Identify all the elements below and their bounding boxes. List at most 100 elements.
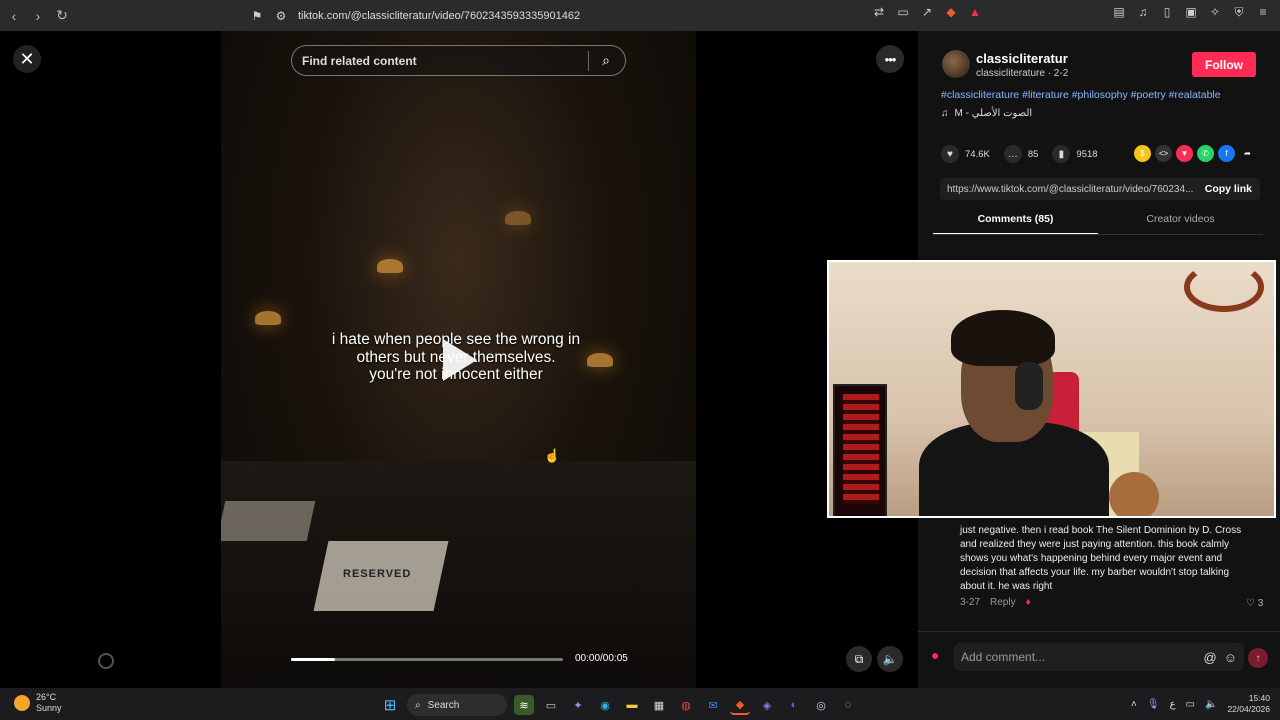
floating-player-icon[interactable]: ⧉ xyxy=(846,646,872,672)
weather-temp: 26°C xyxy=(36,692,57,702)
tab-comments[interactable]: Comments (85) xyxy=(933,213,1098,235)
taskbar-search[interactable]: ⌕ Search xyxy=(407,694,507,716)
video-link[interactable]: https://www.tiktok.com/@classicliteratur… xyxy=(947,184,1205,195)
comment-icon[interactable]: … xyxy=(1003,145,1022,163)
reading-list-icon[interactable]: ▤ xyxy=(1112,5,1126,19)
clock[interactable]: 15:40 22/04/2026 xyxy=(1227,693,1270,715)
play-icon[interactable] xyxy=(443,339,477,381)
stats-row: ♥ 74.6K … 85 ▮ 9518 xyxy=(941,145,1112,163)
sound-row[interactable]: ♫ M - الصوت الأصلي xyxy=(941,108,1032,119)
close-icon[interactable]: ✕ xyxy=(13,45,41,73)
share-icon[interactable]: ➦ xyxy=(1239,145,1256,162)
browser-toolbar: ‹ › ↻ ⚑ ⚙ tiktok.com/@classicliteratur/v… xyxy=(0,0,1280,31)
ai-icon[interactable]: ✧ xyxy=(1208,5,1222,19)
comment-like[interactable]: ♡ 3 xyxy=(1246,598,1263,609)
reload-icon[interactable]: ↻ xyxy=(52,6,72,26)
share-page-icon[interactable]: ↗ xyxy=(920,5,934,19)
like-stat[interactable]: ♥ 74.6K xyxy=(941,145,990,163)
tab-creator-videos[interactable]: Creator videos xyxy=(1098,213,1263,235)
wallet-icon[interactable]: ▣ xyxy=(1184,5,1198,19)
follow-button[interactable]: Follow xyxy=(1192,52,1256,77)
lamp-4 xyxy=(505,211,531,225)
language-indicator[interactable]: ع xyxy=(1170,699,1176,710)
teams-icon[interactable]: ◈ xyxy=(757,695,777,715)
tray-chevron-icon[interactable]: ˄ xyxy=(1131,699,1137,710)
add-comment-field[interactable]: Add comment... @ ☺ xyxy=(954,643,1244,671)
volume-icon[interactable]: 🔈 xyxy=(877,646,903,672)
back-icon[interactable]: ‹ xyxy=(4,6,24,26)
copy-link-button[interactable]: Copy link xyxy=(1205,183,1252,195)
save-stat[interactable]: ▮ 9518 xyxy=(1052,145,1098,163)
file-explorer-icon[interactable]: ▬ xyxy=(622,695,642,715)
copilot-icon[interactable]: ✦ xyxy=(568,695,588,715)
video-player[interactable]: RESERVED Find related content ⌕ i hate w… xyxy=(221,31,696,688)
edge-icon[interactable]: ◉ xyxy=(595,695,615,715)
sidebar-icon[interactable]: ▯ xyxy=(1160,5,1174,19)
bookmark-icon[interactable]: ▮ xyxy=(1052,145,1071,163)
cast-icon[interactable]: ▭ xyxy=(896,5,910,19)
comment-stat[interactable]: … 85 xyxy=(1003,145,1038,163)
url-text[interactable]: tiktok.com/@classicliteratur/video/76023… xyxy=(298,10,580,22)
steam-icon[interactable]: ◎ xyxy=(811,695,831,715)
reply-button[interactable]: Reply xyxy=(990,597,1016,608)
widgets-icon[interactable]: ≋ xyxy=(514,695,534,715)
add-comment-input[interactable]: Add comment... xyxy=(961,650,1204,664)
comment-date: 3-27 xyxy=(960,597,981,608)
search-input[interactable]: Find related content xyxy=(302,54,588,68)
menu-icon[interactable]: ≡ xyxy=(1256,5,1270,19)
creator-username[interactable]: classicliteratur xyxy=(976,51,1068,66)
divider xyxy=(918,631,1280,632)
music-icon[interactable]: ♫ xyxy=(1136,5,1150,19)
creator-avatar[interactable] xyxy=(942,50,970,78)
chair xyxy=(1109,472,1159,516)
weather-widget[interactable]: 26°C Sunny xyxy=(14,692,62,714)
emoji-icon[interactable]: ☺ xyxy=(1224,650,1237,665)
wall-decoration xyxy=(1184,262,1264,312)
site-info-icon[interactable]: ⚙ xyxy=(274,9,288,23)
mail-icon[interactable]: ✉ xyxy=(703,695,723,715)
toolbar-extensions: ⇄ ▭ ↗ ◆ ▲ ▤ ♫ ▯ ▣ ✧ ⛨ ≡ xyxy=(872,5,1270,20)
pc-case xyxy=(833,384,887,516)
forward-icon[interactable]: › xyxy=(28,6,48,26)
brave-icon[interactable]: ◆ xyxy=(730,695,750,715)
send-icon[interactable]: ↑ xyxy=(1248,648,1268,668)
creator-subname: classicliterature · 2-2 xyxy=(976,68,1069,79)
volume-icon[interactable]: 🔈 xyxy=(1205,699,1217,710)
heart-outline-icon[interactable]: ♡ xyxy=(1246,598,1255,609)
tabs-divider xyxy=(933,234,1263,235)
hand-cursor-icon: ☝ xyxy=(544,448,561,463)
brave-shield-icon[interactable]: ◆ xyxy=(944,5,958,19)
more-options-icon[interactable]: ••• xyxy=(876,45,904,73)
user-avatar: ● xyxy=(931,647,940,663)
chrome-icon[interactable]: ◍ xyxy=(676,695,696,715)
search-icon[interactable]: ⌕ xyxy=(597,52,615,70)
webcam-overlay xyxy=(827,260,1276,518)
start-icon[interactable]: ⊞ xyxy=(380,695,400,715)
lamp-1 xyxy=(255,311,281,325)
obs-icon[interactable]: ◌ xyxy=(838,695,858,715)
taskbar-search-label: Search xyxy=(427,699,460,711)
coin-icon[interactable]: $ xyxy=(1134,145,1151,162)
network-icon[interactable]: ▭ xyxy=(1186,699,1195,710)
weather-text: 26°C Sunny xyxy=(36,692,62,714)
bookmark-icon[interactable]: ⚑ xyxy=(250,9,264,23)
discord-icon[interactable]: ◐ xyxy=(784,695,804,715)
embed-icon[interactable]: <> xyxy=(1155,145,1172,162)
hashtags[interactable]: #classicliterature #literature #philosop… xyxy=(941,89,1221,101)
whatsapp-icon[interactable]: ✆ xyxy=(1197,145,1214,162)
mic-icon[interactable]: 🎙 xyxy=(1147,699,1160,710)
heart-icon[interactable]: ♥ xyxy=(941,145,959,163)
translate-icon[interactable]: ⇄ xyxy=(872,5,886,19)
search-icon: ⌕ xyxy=(415,699,421,711)
system-tray: ˄ 🎙 ع ▭ 🔈 15:40 22/04/2026 xyxy=(1131,693,1270,715)
store-icon[interactable]: ▦ xyxy=(649,695,669,715)
video-progress-bar[interactable] xyxy=(291,658,563,661)
facebook-icon[interactable]: f xyxy=(1218,145,1235,162)
vpn-icon[interactable]: ⛨ xyxy=(1232,5,1246,19)
brave-rewards-icon[interactable]: ▲ xyxy=(968,5,982,19)
mention-icon[interactable]: @ xyxy=(1204,650,1217,665)
task-view-icon[interactable]: ▭ xyxy=(541,695,561,715)
repost-icon[interactable]: ▼ xyxy=(1176,145,1193,162)
find-related-search[interactable]: Find related content ⌕ xyxy=(291,45,626,76)
sound-name[interactable]: M - الصوت الأصلي xyxy=(955,108,1033,119)
